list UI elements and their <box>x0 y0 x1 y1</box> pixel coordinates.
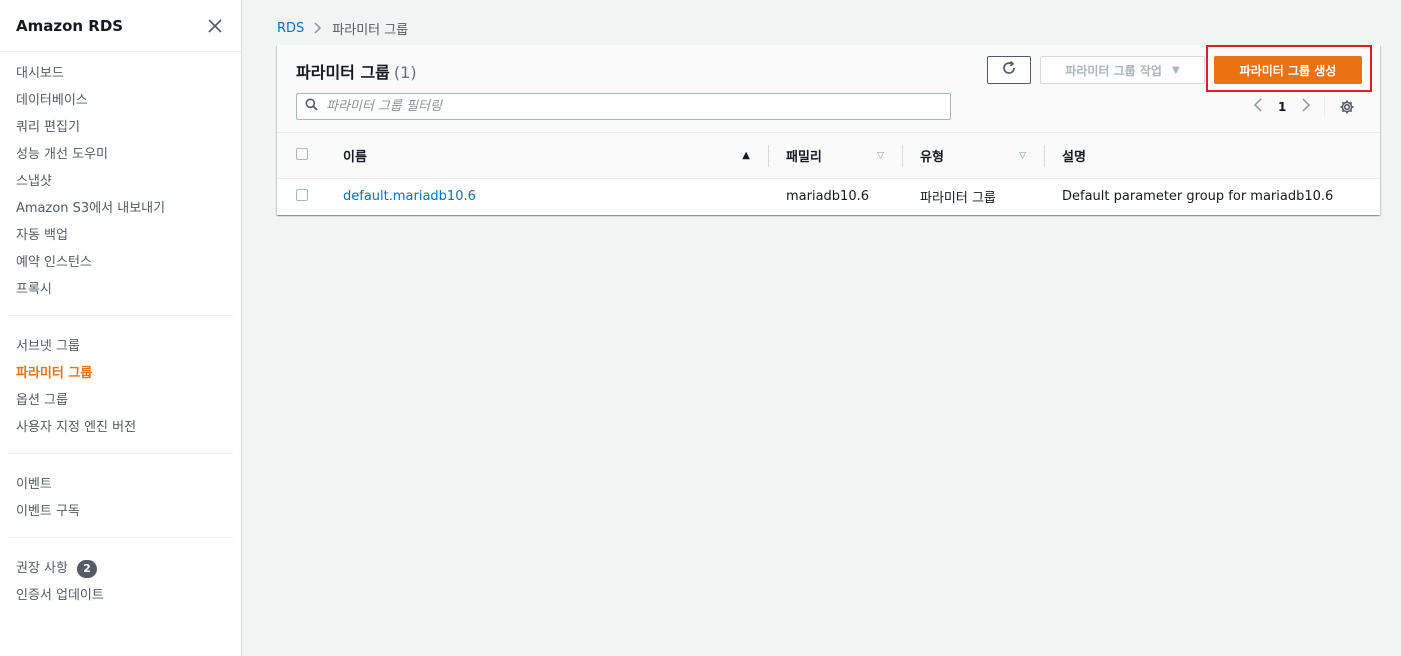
panel-header: 파라미터 그룹 (1) 파라미터 그룹 작업 ▼ 파라미터 그룹 생성 파라미터… <box>277 45 1380 133</box>
sort-ascending-icon[interactable]: ▲ <box>742 150 750 161</box>
header-type[interactable]: 유형 ▽ <box>902 133 1044 179</box>
sidebar-item-reserved-instances[interactable]: 예약 인스턴스 <box>8 249 233 276</box>
sidebar-item-subnet-groups[interactable]: 서브넷 그룹 <box>8 333 233 360</box>
header-select-cell <box>277 133 343 179</box>
panel-title: 파라미터 그룹 (1) <box>296 59 417 83</box>
close-icon[interactable] <box>205 16 225 36</box>
header-family[interactable]: 패밀리 ▽ <box>768 133 902 179</box>
search-icon <box>305 98 318 115</box>
next-page-icon[interactable] <box>1296 98 1316 116</box>
sidebar-item-performance-insights[interactable]: 성능 개선 도우미 <box>8 141 233 168</box>
header-type-label: 유형 <box>920 150 944 165</box>
table-header-row: 이름 ▲ 패밀리 ▽ 유형 ▽ 설명 <box>277 133 1380 179</box>
select-all-checkbox[interactable] <box>296 147 308 160</box>
parameter-groups-panel: 파라미터 그룹 (1) 파라미터 그룹 작업 ▼ 파라미터 그룹 생성 파라미터… <box>277 45 1380 215</box>
sidebar-item-option-groups[interactable]: 옵션 그룹 <box>8 387 233 414</box>
filter-input[interactable] <box>326 99 926 114</box>
prev-page-icon[interactable] <box>1248 98 1268 116</box>
sort-icon[interactable]: ▽ <box>1019 151 1026 161</box>
refresh-button[interactable] <box>987 56 1031 84</box>
panel-count: (1) <box>393 63 417 82</box>
filter-search-box[interactable] <box>296 93 951 120</box>
sidebar-item-recommendations[interactable]: 권장 사항 2 <box>8 555 233 582</box>
cell-description: Default parameter group for mariadb10.6 <box>1062 189 1334 205</box>
nav-group-other: 권장 사항 2 인증서 업데이트 <box>8 538 233 621</box>
nav-group-main: 대시보드 데이터베이스 쿼리 편집기 성능 개선 도우미 스냅샷 Amazon … <box>8 52 233 316</box>
current-page-number[interactable]: 1 <box>1278 100 1286 114</box>
pagination: 1 <box>1248 97 1355 117</box>
sidebar-item-automated-backups[interactable]: 자동 백업 <box>8 222 233 249</box>
caret-down-icon: ▼ <box>1171 64 1180 76</box>
sidebar-item-snapshots[interactable]: 스냅샷 <box>8 168 233 195</box>
recommendations-count-badge: 2 <box>76 559 97 578</box>
create-parameter-group-button[interactable]: 파라미터 그룹 생성 <box>1214 56 1362 84</box>
sidebar-item-query-editor[interactable]: 쿼리 편집기 <box>8 114 233 141</box>
chevron-right-icon <box>314 22 322 34</box>
sidebar-item-proxies[interactable]: 프록시 <box>8 276 233 303</box>
sidebar-item-databases[interactable]: 데이터베이스 <box>8 87 233 114</box>
panel-title-text: 파라미터 그룹 <box>296 63 390 82</box>
sidebar-item-recommendations-label: 권장 사항 <box>16 561 68 576</box>
cell-name: default.mariadb10.6 <box>343 179 768 215</box>
main-content: RDS 파라미터 그룹 파라미터 그룹 (1) 파라미터 그룹 작업 ▼ 파라미터… <box>242 0 1401 656</box>
header-name[interactable]: 이름 ▲ <box>343 133 768 179</box>
cell-family: mariadb10.6 <box>786 189 870 205</box>
breadcrumb-rds-link[interactable]: RDS <box>277 21 304 36</box>
header-description-label: 설명 <box>1062 150 1086 165</box>
sidebar-title[interactable]: Amazon RDS <box>16 17 123 35</box>
sidebar-item-custom-engine-versions[interactable]: 사용자 지정 엔진 버전 <box>8 414 233 441</box>
parameter-group-name-link[interactable]: default.mariadb10.6 <box>343 189 476 204</box>
nav-group-events: 이벤트 이벤트 구독 <box>8 454 233 538</box>
header-description: 설명 <box>1044 133 1380 179</box>
row-checkbox[interactable] <box>296 188 308 201</box>
sidebar-header: Amazon RDS <box>0 0 241 52</box>
sidebar-item-parameter-groups[interactable]: 파라미터 그룹 <box>8 360 233 387</box>
actions-label: 파라미터 그룹 작업 <box>1065 63 1162 78</box>
sidebar-item-certificate-update[interactable]: 인증서 업데이트 <box>8 582 233 609</box>
table-row[interactable]: default.mariadb10.6 mariadb10.6 파라미터 그룹 … <box>277 178 1380 215</box>
gear-icon[interactable] <box>1339 99 1355 115</box>
cell-type: 파라미터 그룹 <box>920 191 996 207</box>
nav-group-config: 서브넷 그룹 파라미터 그룹 옵션 그룹 사용자 지정 엔진 버전 <box>8 316 233 454</box>
pager-divider <box>1324 97 1326 117</box>
refresh-icon <box>1001 60 1017 80</box>
row-select-cell <box>277 179 343 215</box>
side-navigation: Amazon RDS 대시보드 데이터베이스 쿼리 편집기 성능 개선 도우미 … <box>0 0 242 656</box>
sidebar-item-dashboard[interactable]: 대시보드 <box>8 60 233 87</box>
header-name-label: 이름 <box>343 150 367 165</box>
breadcrumb-current: 파라미터 그룹 <box>332 22 409 38</box>
sidebar-item-event-subscriptions[interactable]: 이벤트 구독 <box>8 498 233 525</box>
sort-icon[interactable]: ▽ <box>877 151 884 161</box>
header-family-label: 패밀리 <box>786 150 822 165</box>
sidebar-item-exports-s3[interactable]: Amazon S3에서 내보내기 <box>8 195 233 222</box>
parameter-group-actions-dropdown[interactable]: 파라미터 그룹 작업 ▼ <box>1040 56 1205 84</box>
sidebar-item-events[interactable]: 이벤트 <box>8 471 233 498</box>
parameter-groups-table: 이름 ▲ 패밀리 ▽ 유형 ▽ 설명 default.mariadb10.6 m… <box>277 133 1380 215</box>
